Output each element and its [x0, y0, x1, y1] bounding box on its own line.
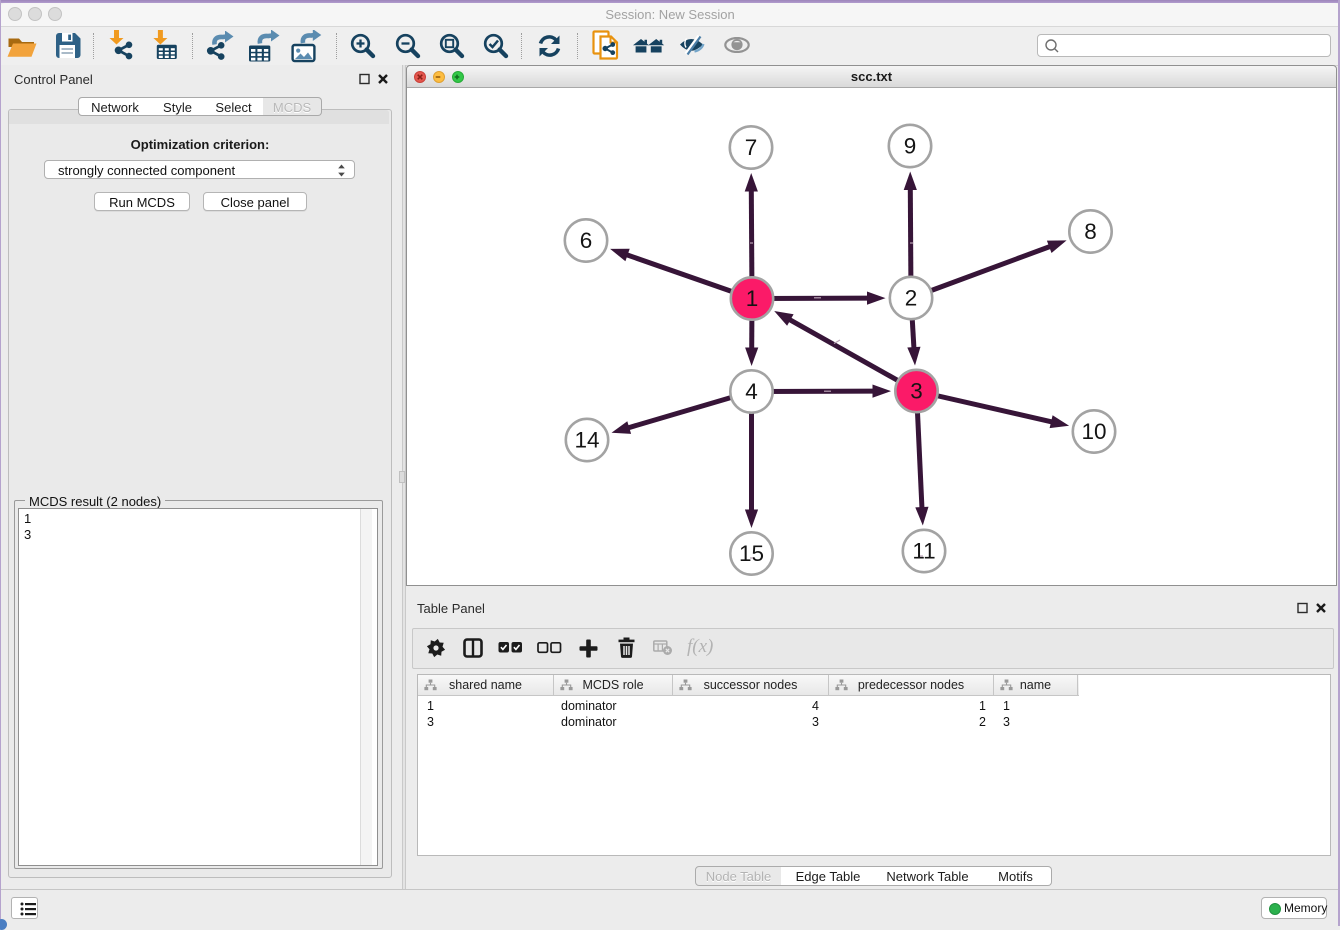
svg-text:6: 6	[580, 228, 593, 253]
svg-text:4: 4	[745, 379, 758, 404]
svg-text:7: 7	[745, 135, 758, 160]
svg-text:8: 8	[1084, 219, 1097, 244]
svg-text:15: 15	[739, 541, 764, 566]
svg-text:14: 14	[574, 428, 599, 453]
svg-text:11: 11	[912, 539, 935, 564]
svg-text:9: 9	[904, 134, 917, 159]
svg-text:10: 10	[1081, 419, 1106, 444]
svg-text:3: 3	[910, 379, 923, 404]
svg-text:2: 2	[905, 286, 918, 311]
svg-text:1: 1	[746, 286, 759, 311]
